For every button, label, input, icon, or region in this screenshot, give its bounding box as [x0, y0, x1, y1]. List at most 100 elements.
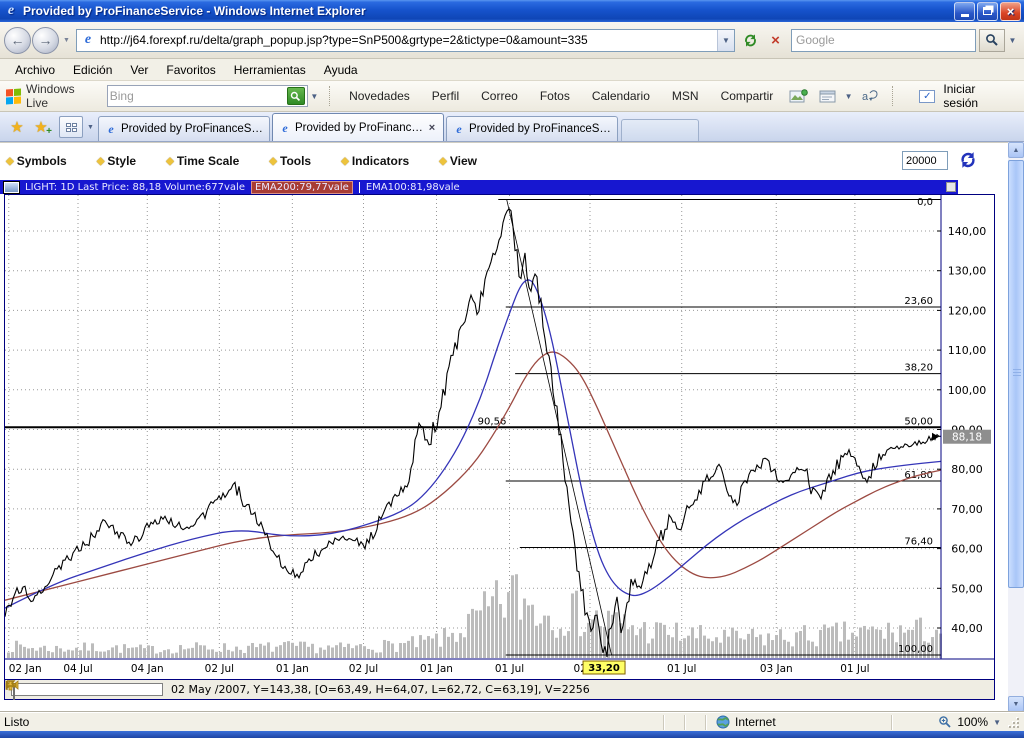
new-tab-stub[interactable] [621, 119, 699, 141]
chart-menu-label: Style [107, 154, 136, 168]
svg-text:01 Jan: 01 Jan [420, 663, 453, 675]
chart-hscrollbar[interactable] [11, 683, 163, 696]
url-dropdown[interactable]: ▼ [717, 30, 734, 51]
quick-tabs-icon [66, 123, 77, 132]
chart-refresh-button[interactable] [956, 149, 980, 171]
forms-button[interactable] [815, 86, 840, 106]
price-chart-canvas[interactable]: 0,023,6038,2050,0090,5661,8076,40100,001… [5, 195, 994, 678]
scroll-down-button[interactable]: ▼ [1008, 696, 1024, 712]
tab-bar: ★ ★+ ▼ eProvided by ProFinanceServiceePr… [0, 112, 1024, 142]
forms-dropdown[interactable]: ▼ [842, 92, 855, 101]
address-field[interactable]: e ▼ [76, 29, 735, 52]
tab-label: Provided by ProFinanceS... [295, 122, 426, 134]
svg-text:01 Jul: 01 Jul [495, 663, 524, 675]
svg-text:38,20: 38,20 [904, 363, 933, 374]
bing-search-button[interactable] [287, 87, 305, 105]
menu-ayuda[interactable]: Ayuda [315, 61, 367, 79]
svg-text:70,00: 70,00 [951, 503, 983, 516]
tab-3[interactable]: eProvided by ProFinanceService [446, 116, 618, 141]
svg-text:140,00: 140,00 [948, 225, 987, 238]
close-button[interactable]: × [1000, 2, 1021, 21]
tab-1[interactable]: eProvided by ProFinanceService [98, 116, 270, 141]
toolbar-separator [892, 86, 893, 106]
live-link-msn[interactable]: MSN [661, 86, 710, 106]
chart-menu-view[interactable]: ◆View [439, 154, 477, 168]
legend-ema100[interactable]: EMA100:81,98vale [359, 182, 460, 193]
favorites-button[interactable]: ★ [5, 115, 29, 139]
refresh-button[interactable] [738, 29, 763, 52]
add-favorite-button[interactable]: ★+ [29, 115, 53, 139]
quick-tabs-button[interactable] [59, 116, 83, 138]
live-link-compartir[interactable]: Compartir [710, 86, 785, 106]
search-button[interactable] [979, 29, 1005, 52]
amount-input[interactable] [902, 151, 948, 170]
menu-archivo[interactable]: Archivo [6, 61, 64, 79]
chart-menu-time-scale[interactable]: ◆Time Scale [166, 154, 239, 168]
chart-type-icon[interactable] [4, 182, 19, 193]
sign-in-label: Iniciar sesión [943, 82, 1010, 110]
tab-favicon-icon: e [278, 121, 292, 135]
chart-frame: 0,023,6038,2050,0090,5661,8076,40100,001… [4, 194, 995, 700]
legend-ema200[interactable]: EMA200:79,77vale [251, 181, 353, 194]
chart-footer: 02 May /2007, Y=143,38, [O=63,49, H=64,0… [5, 679, 994, 699]
live-link-perfil[interactable]: Perfil [421, 86, 470, 106]
google-search-input[interactable] [792, 33, 975, 47]
scroll-thumb[interactable] [1008, 160, 1024, 588]
svg-text:02 Jul: 02 Jul [205, 663, 234, 675]
live-link-calendario[interactable]: Calendario [581, 86, 661, 106]
menu-edición[interactable]: Edición [64, 61, 121, 79]
minimize-button[interactable] [954, 2, 975, 21]
tab-2[interactable]: eProvided by ProFinanceS...× [272, 113, 444, 141]
chart-legend-bar: LIGHT: 1D Last Price: 88,18 Volume:677va… [0, 180, 958, 194]
vertical-scrollbar[interactable]: ▲ ▼ [1008, 142, 1024, 712]
resize-grip[interactable] [1007, 716, 1020, 729]
toolbar-separator [329, 86, 330, 106]
svg-text:130,00: 130,00 [948, 265, 987, 278]
chart-menu-label: Indicators [352, 154, 409, 168]
scroll-up-button[interactable]: ▲ [1008, 142, 1024, 158]
flag-icon[interactable] [5, 680, 16, 691]
nav-history-dropdown[interactable]: ▼ [60, 30, 73, 50]
chart-menu-bar: ◆Symbols ◆Style ◆Time Scale ◆Tools ◆Indicato… [0, 142, 1008, 179]
live-link-fotos[interactable]: Fotos [529, 86, 581, 106]
zoom-control[interactable]: 100% ▼ [902, 715, 1007, 729]
refresh-icon [743, 33, 758, 48]
url-input[interactable] [100, 33, 717, 47]
status-bar: Listo Internet 100% ▼ [0, 712, 1024, 731]
live-link-correo[interactable]: Correo [470, 86, 529, 106]
restore-button[interactable] [977, 2, 998, 21]
translate-button[interactable]: a [857, 86, 882, 106]
chart-menu-indicators[interactable]: ◆Indicators [341, 154, 409, 168]
back-button[interactable]: ← [4, 27, 31, 54]
window-title: Provided by ProFinanceService - Windows … [23, 4, 952, 18]
magnifier-icon [985, 33, 999, 47]
svg-text:40,00: 40,00 [951, 622, 983, 635]
search-options-dropdown[interactable]: ▼ [1005, 29, 1020, 52]
chart-menu-symbols[interactable]: ◆Symbols [6, 154, 67, 168]
svg-text:90,56: 90,56 [478, 416, 507, 427]
zoom-icon [938, 715, 952, 729]
tab-close-button[interactable]: × [426, 122, 438, 134]
svg-text:01 Jul: 01 Jul [840, 663, 869, 675]
chart-menu-style[interactable]: ◆Style [97, 154, 136, 168]
sign-in-button[interactable]: ✓ Iniciar sesión [919, 82, 1010, 110]
zoom-dropdown[interactable]: ▼ [993, 718, 1001, 727]
legend-box-icon[interactable] [946, 182, 956, 192]
plus-icon: + [46, 126, 52, 137]
address-bar: ← → ▼ e ▼ × ▼ [0, 22, 1024, 59]
bing-search-input[interactable] [110, 89, 287, 103]
menu-ver[interactable]: Ver [121, 61, 157, 79]
stop-button[interactable]: × [763, 29, 788, 52]
search-box[interactable] [791, 29, 976, 52]
bing-search-box[interactable] [107, 85, 308, 107]
menu-herramientas[interactable]: Herramientas [225, 61, 315, 79]
svg-text:50,00: 50,00 [904, 416, 933, 427]
bing-search-dropdown[interactable]: ▼ [308, 92, 321, 101]
menu-favoritos[interactable]: Favoritos [157, 61, 224, 79]
forward-button[interactable]: → [32, 27, 59, 54]
chart-refresh-icon [959, 151, 977, 169]
photo-mail-button[interactable] [786, 86, 811, 106]
tab-list-dropdown[interactable]: ▼ [84, 116, 97, 138]
live-link-novedades[interactable]: Novedades [338, 86, 421, 106]
chart-menu-tools[interactable]: ◆Tools [269, 154, 311, 168]
